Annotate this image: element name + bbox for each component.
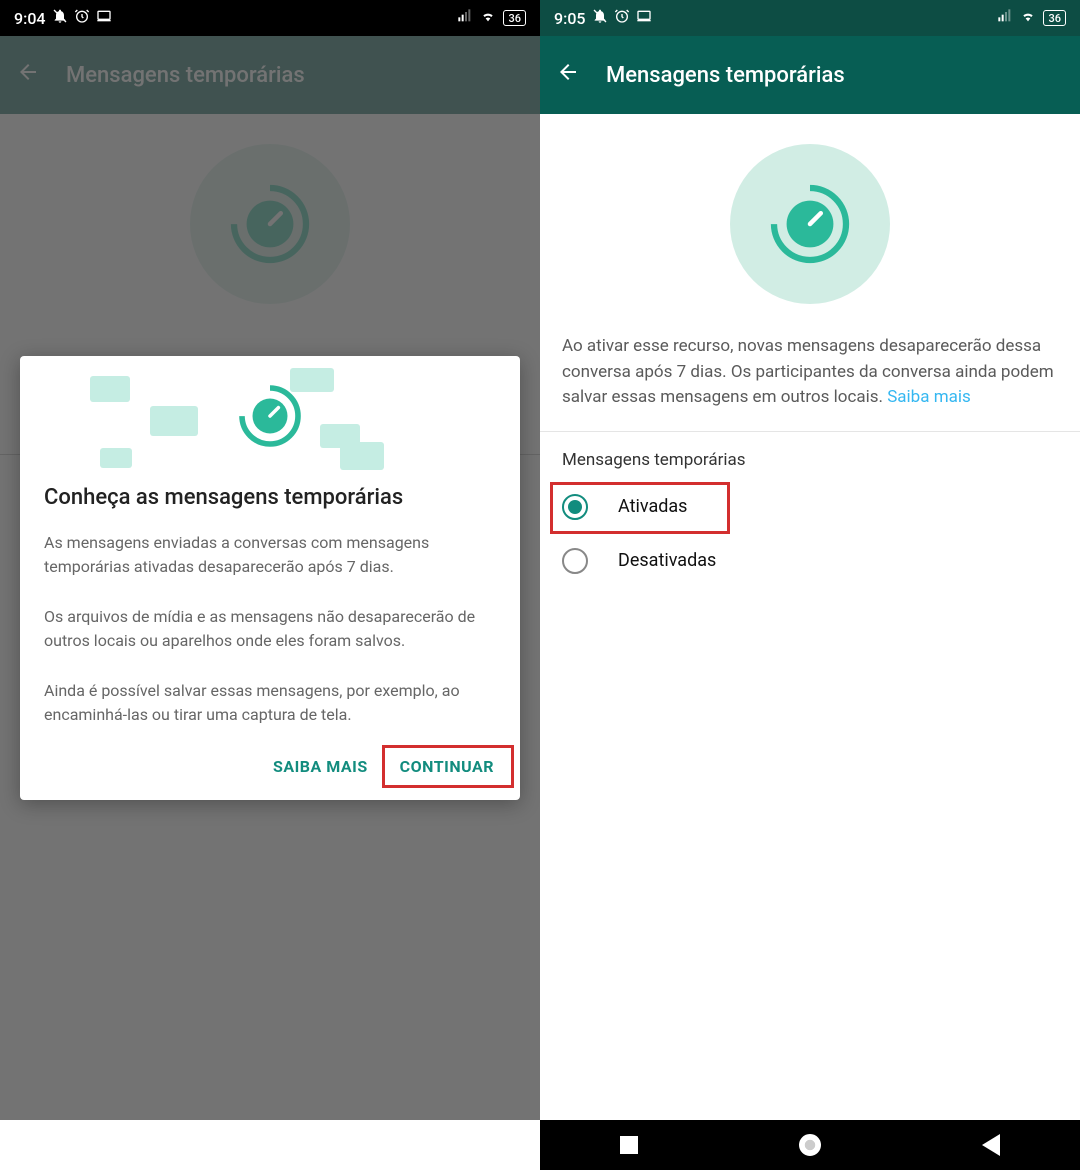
status-bar: 9:05 36 (540, 0, 1080, 36)
highlight-ativadas (550, 482, 730, 534)
android-nav-bar (540, 1120, 1080, 1170)
alarm-icon (74, 8, 90, 28)
signal-icon (457, 8, 473, 28)
wifi-icon (479, 8, 497, 28)
status-time: 9:05 (554, 9, 586, 28)
wifi-icon (1019, 8, 1037, 28)
learn-more-link[interactable]: Saiba mais (887, 387, 971, 407)
nav-recent-icon[interactable] (620, 1136, 638, 1154)
highlight-continue (382, 745, 514, 788)
back-icon[interactable] (556, 60, 580, 90)
continue-button[interactable]: CONTINUAR (386, 747, 508, 786)
nav-home-icon[interactable] (799, 1134, 821, 1156)
header-title: Mensagens temporárias (606, 63, 845, 88)
device-icon (636, 8, 652, 28)
mute-icon (592, 8, 608, 28)
battery-indicator: 36 (503, 10, 526, 26)
status-time: 9:04 (14, 9, 46, 28)
radio-label-off: Desativadas (618, 550, 716, 571)
app-header: Mensagens temporárias (540, 36, 1080, 114)
status-bar: 9:04 36 (0, 0, 540, 36)
battery-indicator: 36 (1043, 10, 1066, 26)
timer-illustration (730, 144, 890, 304)
device-icon (96, 8, 112, 28)
radio-option-off[interactable]: Desativadas (540, 534, 1080, 588)
alarm-icon (614, 8, 630, 28)
dialog-title: Conheça as mensagens temporárias (20, 476, 520, 525)
phone-left: 9:04 36 Mensagens temporárias (0, 0, 540, 1170)
nav-back-icon[interactable] (982, 1134, 1000, 1156)
dialog-paragraph-1: As mensagens enviadas a conversas com me… (20, 525, 520, 585)
radio-unselected-icon (562, 548, 588, 574)
modal-overlay: Conheça as mensagens temporárias As mens… (0, 36, 540, 1120)
intro-dialog: Conheça as mensagens temporárias As mens… (20, 356, 520, 800)
dialog-illustration (20, 356, 520, 476)
section-title: Mensagens temporárias (540, 432, 1080, 480)
dialog-paragraph-2: Os arquivos de mídia e as mensagens não … (20, 599, 520, 659)
phone-right: 9:05 36 Mensagens temporárias (540, 0, 1080, 1170)
mute-icon (52, 8, 68, 28)
feature-description: Ao ativar esse recurso, novas mensagens … (540, 324, 1080, 431)
learn-more-button[interactable]: SAIBA MAIS (259, 747, 382, 786)
signal-icon (997, 8, 1013, 28)
dialog-paragraph-3: Ainda é possível salvar essas mensagens,… (20, 673, 520, 733)
main-content: Ao ativar esse recurso, novas mensagens … (540, 114, 1080, 1120)
